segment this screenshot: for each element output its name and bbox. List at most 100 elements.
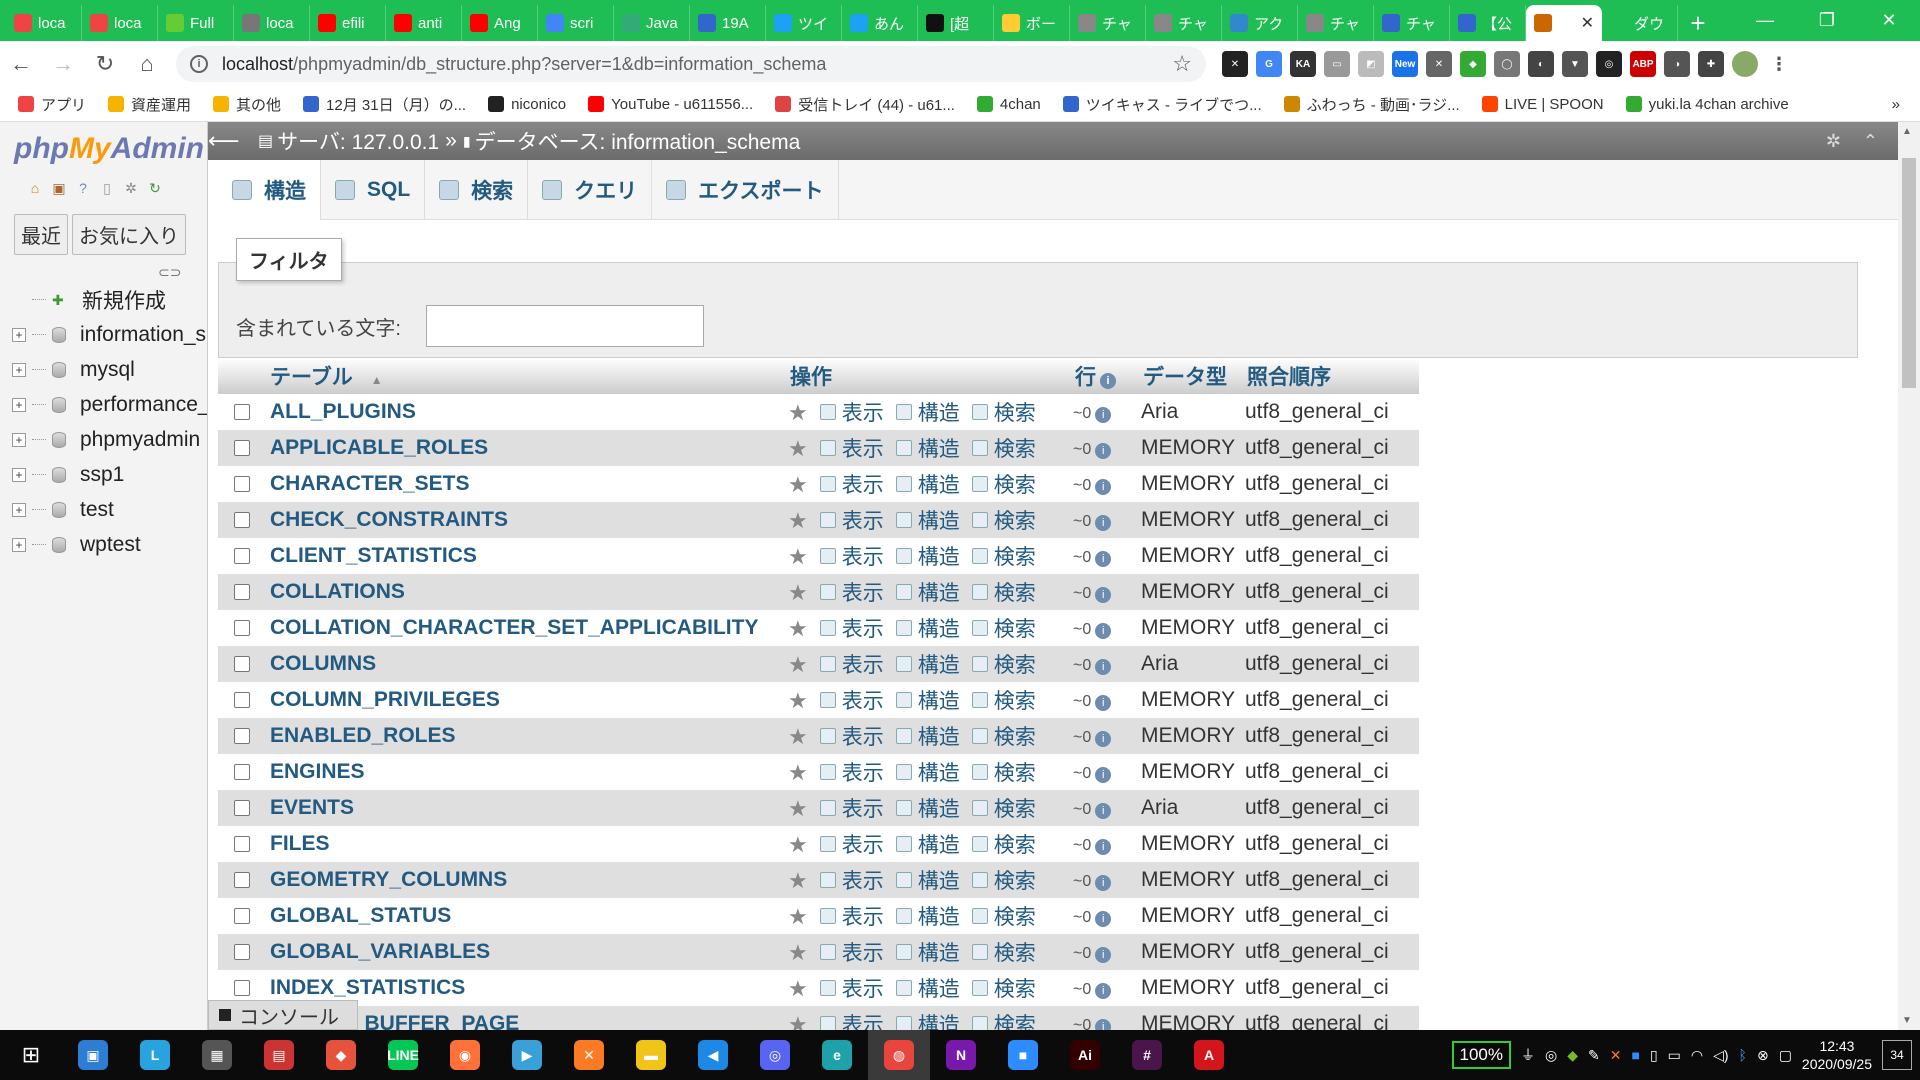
bookmark-item[interactable]: 12月 31日（月）の... xyxy=(303,94,466,115)
structure-action[interactable]: 構造 xyxy=(895,1009,960,1030)
wifi-icon[interactable]: ◠ xyxy=(1691,1047,1703,1064)
row-checkbox[interactable] xyxy=(234,620,250,636)
favorite-star-icon[interactable]: ★ xyxy=(788,436,808,461)
table-name-link[interactable]: GLOBAL_STATUS xyxy=(264,898,784,934)
favorite-star-icon[interactable]: ★ xyxy=(788,580,808,605)
browser-tab[interactable]: 19A xyxy=(690,5,766,41)
collapse-up-icon[interactable]: ⌃ xyxy=(1863,131,1878,152)
browser-tab[interactable]: scri xyxy=(538,5,614,41)
row-checkbox[interactable] xyxy=(234,404,250,420)
search-action[interactable]: 検索 xyxy=(971,541,1036,571)
structure-action[interactable]: 構造 xyxy=(895,937,960,967)
browse-action[interactable]: 表示 xyxy=(819,505,884,535)
favorite-star-icon[interactable]: ★ xyxy=(788,904,808,929)
search-action[interactable]: 検索 xyxy=(971,433,1036,463)
search-action[interactable]: 検索 xyxy=(971,469,1036,499)
tab-sql[interactable]: SQL xyxy=(321,160,426,220)
bookmark-item[interactable]: yuki.la 4chan archive xyxy=(1625,96,1789,113)
row-checkbox[interactable] xyxy=(234,980,250,996)
favorite-star-icon[interactable]: ★ xyxy=(788,472,808,497)
bookmark-star-icon[interactable]: ☆ xyxy=(1172,51,1192,77)
favorite-star-icon[interactable]: ★ xyxy=(788,832,808,857)
browser-tab[interactable]: efili xyxy=(310,5,386,41)
table-name-link[interactable]: ENGINES xyxy=(264,754,784,790)
tree-item-database[interactable]: + mysql xyxy=(12,352,207,387)
search-action[interactable]: 検索 xyxy=(971,901,1036,931)
taskbar-app-slack[interactable]: # xyxy=(1116,1030,1178,1080)
bulb-extension-icon[interactable]: ◯ xyxy=(1494,51,1520,77)
browse-action[interactable]: 表示 xyxy=(819,721,884,751)
expand-icon[interactable]: + xyxy=(12,467,26,482)
docs-icon[interactable]: ? xyxy=(74,179,92,197)
favorite-star-icon[interactable]: ★ xyxy=(788,976,808,1001)
search-action[interactable]: 検索 xyxy=(971,577,1036,607)
close-window-icon[interactable]: ✕ xyxy=(1858,0,1920,40)
browse-action[interactable]: 表示 xyxy=(819,973,884,1003)
type-header[interactable]: データ型 xyxy=(1137,358,1241,394)
back-icon[interactable]: ← xyxy=(0,43,42,85)
new-tab-icon[interactable]: + xyxy=(1678,5,1718,41)
help-icon[interactable]: i xyxy=(1095,983,1112,999)
pma-logo[interactable]: phpMyAdmin xyxy=(14,132,204,166)
browser-tab[interactable]: ツイ xyxy=(766,5,842,41)
extension-icon[interactable]: ◆ xyxy=(1460,51,1486,77)
search-action[interactable]: 検索 xyxy=(971,793,1036,823)
search-action[interactable]: 検索 xyxy=(971,865,1036,895)
puzzle-icon[interactable]: ✚ xyxy=(1698,51,1724,77)
structure-action[interactable]: 構造 xyxy=(895,541,960,571)
browser-tab[interactable]: loca xyxy=(6,5,82,41)
tab-recent[interactable]: 最近 xyxy=(14,214,68,255)
avatar[interactable] xyxy=(1732,51,1758,77)
table-name-link[interactable]: COLLATIONS xyxy=(264,574,784,610)
tree-item-database[interactable]: + information_s xyxy=(12,317,207,352)
search-action[interactable]: 検索 xyxy=(971,829,1036,859)
help-icon[interactable]: i xyxy=(1095,659,1112,675)
table-name-link[interactable]: EVENTS xyxy=(264,790,784,826)
row-checkbox[interactable] xyxy=(234,872,250,888)
help-icon[interactable]: i xyxy=(1095,587,1112,603)
tab-query[interactable]: クエリ xyxy=(528,160,653,220)
structure-action[interactable]: 構造 xyxy=(895,757,960,787)
favorite-star-icon[interactable]: ★ xyxy=(788,724,808,749)
table-name-link[interactable]: CHECK_CONSTRAINTS xyxy=(264,502,784,538)
tree-item-database[interactable]: + wptest xyxy=(12,527,207,562)
browse-action[interactable]: 表示 xyxy=(819,793,884,823)
structure-action[interactable]: 構造 xyxy=(895,793,960,823)
structure-action[interactable]: 構造 xyxy=(895,505,960,535)
taskbar-app-edge[interactable]: e xyxy=(806,1030,868,1080)
browser-tab[interactable]: loca xyxy=(82,5,158,41)
help-icon[interactable]: i xyxy=(1095,695,1112,711)
battery-icon[interactable]: ▭ xyxy=(1668,1047,1681,1064)
bookmark-item[interactable]: 4chan xyxy=(976,96,1041,113)
taskbar-app-explorer-window[interactable]: ▣ xyxy=(62,1030,124,1080)
breadcrumb-server[interactable]: サーバ: 127.0.0.1 xyxy=(277,126,439,156)
extension-icon[interactable]: ◩ xyxy=(1358,51,1384,77)
close-tab-icon[interactable]: ✕ xyxy=(1581,13,1594,33)
browser-tab[interactable]: ✕ xyxy=(1526,5,1602,41)
table-name-link[interactable]: ENABLED_ROLES xyxy=(264,718,784,754)
address-bar[interactable]: i localhost /phpmyadmin/db_structure.php… xyxy=(176,46,1206,82)
row-checkbox[interactable] xyxy=(234,764,250,780)
extension-icon[interactable]: ✕ xyxy=(1222,51,1248,77)
taskbar-app-flame-app[interactable]: ◆ xyxy=(310,1030,372,1080)
favorite-star-icon[interactable]: ★ xyxy=(788,616,808,641)
browse-action[interactable]: 表示 xyxy=(819,1009,884,1030)
browse-action[interactable]: 表示 xyxy=(819,865,884,895)
bookmark-item[interactable]: YouTube - u611556... xyxy=(588,96,753,113)
logout-icon[interactable]: ▣ xyxy=(50,179,68,197)
settings-icon[interactable]: ✲ xyxy=(122,179,140,197)
settings-gear-icon[interactable]: ✲ xyxy=(1826,131,1841,152)
taskbar-app-chrome[interactable]: ◍ xyxy=(868,1030,930,1080)
bookmark-item[interactable]: 資産運用 xyxy=(108,94,191,115)
collation-header[interactable]: 照合順序 xyxy=(1241,358,1419,394)
browser-tab[interactable]: anti xyxy=(386,5,462,41)
browse-action[interactable]: 表示 xyxy=(819,541,884,571)
favorite-star-icon[interactable]: ★ xyxy=(788,652,808,677)
reload-icon[interactable]: ↻ xyxy=(146,179,164,197)
help-icon[interactable]: i xyxy=(1095,767,1112,783)
search-action[interactable]: 検索 xyxy=(971,397,1036,427)
bookmarks-more-icon[interactable]: » xyxy=(1892,96,1900,113)
browse-action[interactable]: 表示 xyxy=(819,685,884,715)
taskbar-app-discord[interactable]: ◎ xyxy=(744,1030,806,1080)
browser-tab[interactable]: Java xyxy=(614,5,690,41)
